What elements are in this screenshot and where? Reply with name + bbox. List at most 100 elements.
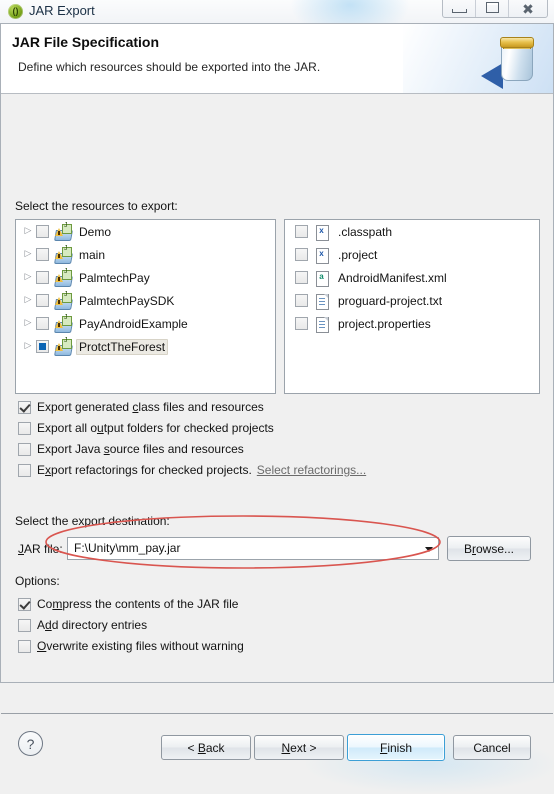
tree-row-label: PalmtechPay [79, 270, 150, 285]
options-label-text: Options: [15, 574, 60, 588]
tree-row-label: main [79, 247, 106, 262]
export-option-label: Export Java source files and resources [37, 442, 244, 456]
file-list-row[interactable]: x .project [285, 243, 539, 266]
jar-option-checkbox[interactable] [18, 639, 31, 653]
jar-file-input[interactable]: F:\Unity\mm_pay.jar [74, 541, 180, 555]
eclipse-icon [8, 3, 23, 19]
select-refactorings-link[interactable]: Select refactorings... [257, 463, 366, 477]
export-option-checkbox[interactable] [18, 442, 31, 456]
tree-row-label: ProtctTheForest [76, 338, 169, 355]
help-icon[interactable]: ? [18, 731, 43, 756]
java-project-icon [54, 314, 73, 333]
expand-arrow-icon[interactable]: ▷ [20, 289, 36, 312]
browse-button-label: Browse... [463, 541, 515, 556]
chevron-down-icon[interactable] [425, 547, 433, 552]
resources-tree[interactable]: ▷ Demo ▷ main ▷ PalmtechPay ▷ PalmtechPaySDK ▷ Pa… [15, 219, 276, 394]
page-description: Define which resources should be exporte… [18, 60, 321, 74]
tree-row[interactable]: ▷ PalmtechPay [16, 266, 275, 289]
expand-arrow-icon[interactable]: ▷ [20, 312, 36, 335]
jar-option-row[interactable]: Overwrite existing files without warning [18, 639, 244, 653]
expand-arrow-icon[interactable]: ▷ [20, 220, 36, 243]
java-project-icon [54, 245, 73, 264]
back-button-label: < Back [187, 740, 225, 755]
jar-option-label: Compress the contents of the JAR file [37, 597, 239, 611]
jar-file-label-rest: AR file: [24, 542, 63, 556]
resources-label: Select the resources to export: [15, 199, 178, 213]
minimize-button[interactable] [443, 0, 476, 17]
jar-option-row[interactable]: Add directory entries [18, 618, 147, 632]
file-list-row[interactable]: project.properties [285, 312, 539, 335]
java-project-icon [54, 268, 73, 287]
file-row-checkbox[interactable] [295, 271, 308, 284]
close-button[interactable]: ✖ [509, 0, 547, 17]
jar-option-checkbox[interactable] [18, 597, 31, 611]
file-row-label: .project [338, 247, 378, 262]
export-option-row[interactable]: Export all output folders for checked pr… [18, 421, 274, 435]
next-button-label: Next > [281, 740, 317, 755]
destination-label-text: Select the export destination: [15, 514, 170, 528]
file-list-row[interactable]: x .classpath [285, 220, 539, 243]
export-option-row[interactable]: Export refactorings for checked projects… [18, 463, 366, 477]
expand-arrow-icon[interactable]: ▷ [20, 266, 36, 289]
resource-files-list[interactable]: x .classpath x .project a AndroidManifest.xml… [284, 219, 540, 394]
tree-row[interactable]: ▷ ProtctTheForest [16, 335, 275, 358]
jar-file-label: JAR file: [18, 542, 63, 556]
tree-row-checkbox[interactable] [36, 317, 49, 330]
xml-file-icon: x [313, 247, 331, 264]
tree-row-label: Demo [79, 224, 112, 239]
tree-row[interactable]: ▷ PalmtechPaySDK [16, 289, 275, 312]
file-row-label: .classpath [338, 224, 393, 239]
text-file-icon [313, 293, 331, 310]
jar-option-checkbox[interactable] [18, 618, 31, 632]
jar-option-row[interactable]: Compress the contents of the JAR file [18, 597, 238, 611]
file-row-label: AndroidManifest.xml [338, 270, 447, 285]
browse-button[interactable]: Browse... [447, 536, 531, 561]
restore-button[interactable] [476, 0, 509, 17]
tree-row-checkbox[interactable] [36, 340, 49, 353]
file-row-checkbox[interactable] [295, 248, 308, 261]
wizard-header: JAR File Specification Define which reso… [1, 24, 553, 94]
export-option-checkbox[interactable] [18, 463, 31, 477]
export-option-checkbox[interactable] [18, 400, 31, 414]
page-title: JAR File Specification [12, 34, 160, 50]
jar-banner-icon [481, 29, 541, 89]
tree-row-checkbox[interactable] [36, 248, 49, 261]
back-button[interactable]: < Back [161, 735, 251, 760]
java-project-icon [54, 222, 73, 241]
tree-row-checkbox[interactable] [36, 271, 49, 284]
expand-arrow-icon[interactable]: ▷ [20, 335, 36, 358]
tree-row[interactable]: ▷ main [16, 243, 275, 266]
file-row-checkbox[interactable] [295, 225, 308, 238]
finish-button[interactable]: Finish [347, 734, 445, 761]
export-option-row[interactable]: Export Java source files and resources [18, 442, 244, 456]
java-project-icon [54, 337, 73, 356]
file-list-row[interactable]: proguard-project.txt [285, 289, 539, 312]
finish-button-label: Finish [379, 740, 413, 755]
file-row-label: proguard-project.txt [338, 293, 443, 308]
jar-option-label: Overwrite existing files without warning [37, 639, 244, 653]
file-list-row[interactable]: a AndroidManifest.xml [285, 266, 539, 289]
tree-row-label: PayAndroidExample [79, 316, 188, 331]
export-option-label: Export refactorings for checked projects… [37, 463, 252, 477]
jar-file-combo[interactable]: F:\Unity\mm_pay.jar [67, 537, 439, 560]
cancel-button[interactable]: Cancel [453, 735, 531, 760]
next-button[interactable]: Next > [254, 735, 344, 760]
file-row-checkbox[interactable] [295, 317, 308, 330]
export-option-row[interactable]: Export generated class files and resourc… [18, 400, 264, 414]
export-option-label: Export all output folders for checked pr… [37, 421, 274, 435]
tree-row-label: PalmtechPaySDK [79, 293, 175, 308]
window-title-bar[interactable]: JAR Export ✖ [0, 0, 554, 40]
tree-row[interactable]: ▷ Demo [16, 220, 275, 243]
export-option-checkbox[interactable] [18, 421, 31, 435]
dialog-content: Select the resources to export: ▷ Demo ▷ ma… [1, 94, 554, 794]
tree-row[interactable]: ▷ PayAndroidExample [16, 312, 275, 335]
cancel-button-label: Cancel [473, 740, 511, 755]
file-row-checkbox[interactable] [295, 294, 308, 307]
export-option-label: Export generated class files and resourc… [37, 400, 264, 414]
expand-arrow-icon[interactable]: ▷ [20, 243, 36, 266]
tree-row-checkbox[interactable] [36, 225, 49, 238]
tree-row-checkbox[interactable] [36, 294, 49, 307]
properties-file-icon [313, 316, 331, 333]
jar-option-label: Add directory entries [37, 618, 148, 632]
window-controls[interactable]: ✖ [442, 0, 548, 18]
